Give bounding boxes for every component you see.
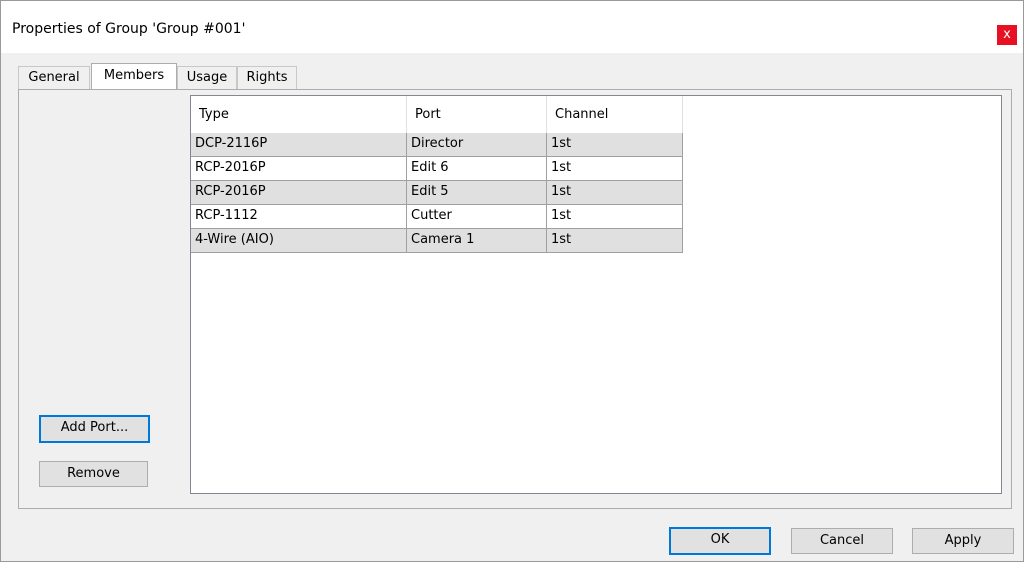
- cell-port: Director: [407, 133, 547, 157]
- cell-type: DCP-2116P: [191, 133, 407, 157]
- column-header-port[interactable]: Port: [407, 96, 547, 133]
- list-header: Type Port Channel: [191, 96, 683, 133]
- cell-type: RCP-2016P: [191, 157, 407, 181]
- column-header-type[interactable]: Type: [191, 96, 407, 133]
- cancel-button[interactable]: Cancel: [791, 528, 893, 554]
- cell-channel: 1st: [547, 157, 683, 181]
- list-body: DCP-2116P Director 1st RCP-2016P Edit 6 …: [191, 133, 683, 253]
- tab-general[interactable]: General: [18, 66, 90, 89]
- apply-button[interactable]: Apply: [912, 528, 1014, 554]
- cell-channel: 1st: [547, 133, 683, 157]
- title-bar: Properties of Group 'Group #001' x: [1, 1, 1023, 53]
- close-button[interactable]: x: [997, 25, 1017, 45]
- tab-label: Rights: [246, 70, 288, 85]
- dialog-title: Properties of Group 'Group #001': [12, 21, 246, 37]
- tab-usage[interactable]: Usage: [177, 66, 237, 89]
- cell-port: Edit 5: [407, 181, 547, 205]
- table-row[interactable]: RCP-2016P Edit 5 1st: [191, 181, 683, 205]
- tab-label: Members: [103, 68, 165, 83]
- table-row[interactable]: RCP-2016P Edit 6 1st: [191, 157, 683, 181]
- tab-rights[interactable]: Rights: [237, 66, 297, 89]
- table-row[interactable]: 4-Wire (AIO) Camera 1 1st: [191, 229, 683, 253]
- column-header-channel[interactable]: Channel: [547, 96, 683, 133]
- ok-button[interactable]: OK: [669, 527, 771, 555]
- cell-channel: 1st: [547, 205, 683, 229]
- tab-label: General: [28, 70, 80, 85]
- cell-port: Camera 1: [407, 229, 547, 253]
- cell-port: Edit 6: [407, 157, 547, 181]
- cell-type: RCP-2016P: [191, 181, 407, 205]
- tab-label: Usage: [186, 70, 228, 85]
- table-row[interactable]: RCP-1112 Cutter 1st: [191, 205, 683, 229]
- cell-channel: 1st: [547, 181, 683, 205]
- members-list[interactable]: Type Port Channel DCP-2116P Director 1st…: [190, 95, 1002, 494]
- remove-button[interactable]: Remove: [39, 461, 148, 487]
- cell-channel: 1st: [547, 229, 683, 253]
- table-row[interactable]: DCP-2116P Director 1st: [191, 133, 683, 157]
- cell-type: 4-Wire (AIO): [191, 229, 407, 253]
- tab-members[interactable]: Members: [91, 63, 177, 89]
- add-port-button[interactable]: Add Port...: [39, 415, 150, 443]
- cell-type: RCP-1112: [191, 205, 407, 229]
- close-icon: x: [1003, 27, 1011, 42]
- cell-port: Cutter: [407, 205, 547, 229]
- properties-dialog: Properties of Group 'Group #001' x Gener…: [0, 0, 1024, 562]
